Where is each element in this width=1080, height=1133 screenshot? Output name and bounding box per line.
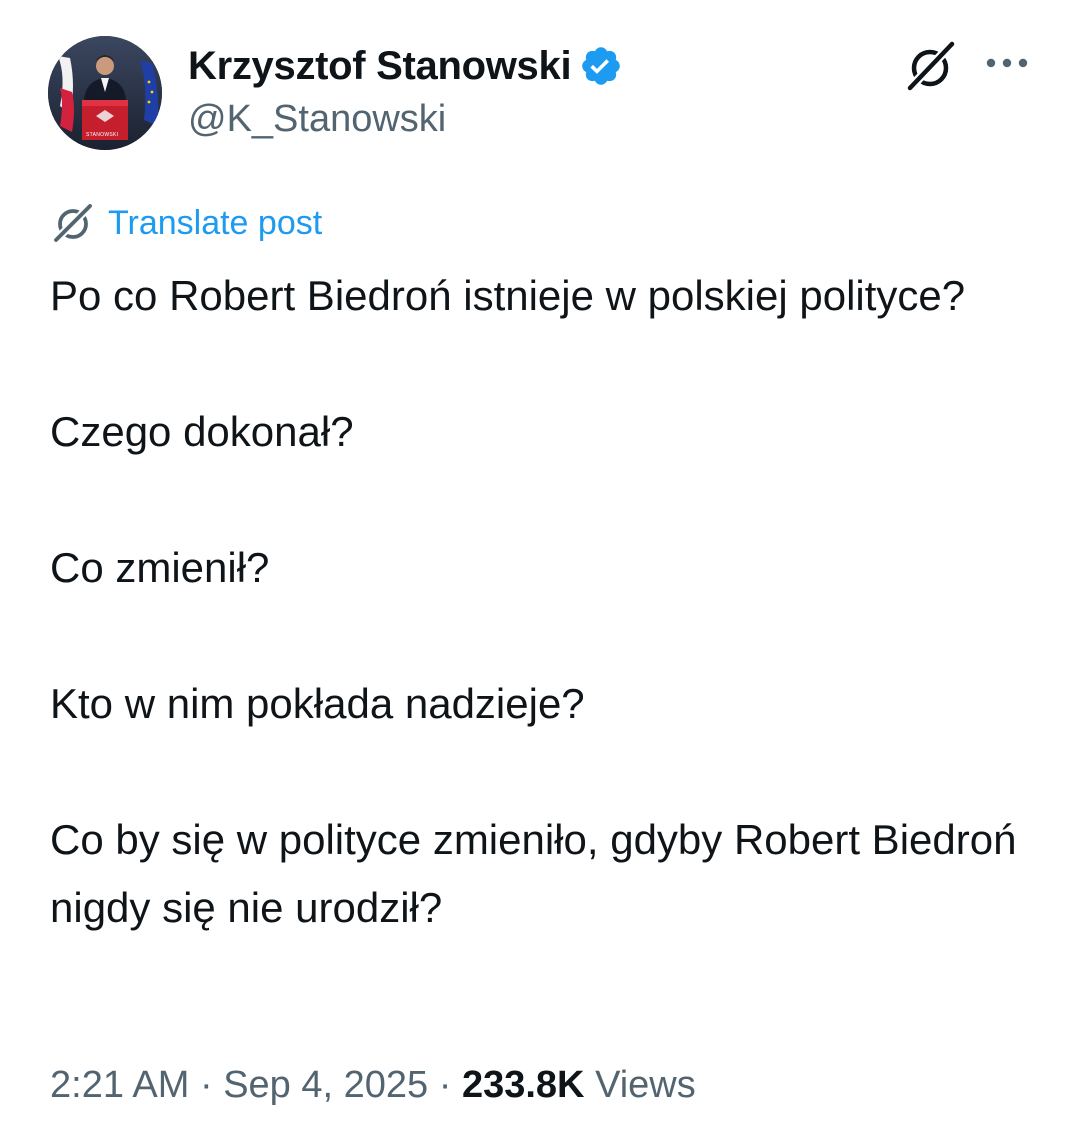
views-count[interactable]: 233.8K [462, 1064, 585, 1106]
display-name[interactable]: Krzysztof Stanowski [188, 44, 572, 89]
tweet-paragraph: Co zmienił? [50, 544, 270, 591]
meta-separator: · [189, 1064, 224, 1106]
tweet-date[interactable]: Sep 4, 2025 [223, 1064, 428, 1106]
translate-post-link[interactable]: Translate post [50, 200, 322, 246]
tweet-paragraph: Czego dokonał? [50, 408, 354, 455]
author-handle[interactable]: @K_Stanowski [188, 98, 446, 141]
translate-post-label: Translate post [108, 203, 323, 242]
verified-badge-icon [582, 47, 621, 85]
avatar[interactable]: STANOWSKI [48, 36, 162, 150]
tweet-paragraph: Co by się w polityce zmieniło, gdyby Rob… [50, 816, 1017, 931]
views-label: Views [595, 1064, 696, 1106]
tweet-paragraph: Po co Robert Biedroń istnieje w polskiej… [50, 272, 966, 319]
avatar-podium-text: STANOWSKI [86, 132, 119, 138]
author-name-row[interactable]: Krzysztof Stanowski [188, 42, 623, 90]
tweet-paragraph: Kto w nim pokłada nadzieje? [50, 680, 585, 727]
grok-icon[interactable] [902, 38, 958, 94]
more-icon[interactable] [984, 50, 1030, 76]
tweet-text: Po co Robert Biedroń istnieje w polskiej… [50, 262, 1040, 942]
meta-separator: · [428, 1064, 462, 1106]
tweet-time[interactable]: 2:21 AM [50, 1064, 189, 1106]
translate-icon [52, 202, 94, 244]
tweet-meta: 2:21 AM · Sep 4, 2025 · 233.8K Views [50, 1064, 696, 1107]
